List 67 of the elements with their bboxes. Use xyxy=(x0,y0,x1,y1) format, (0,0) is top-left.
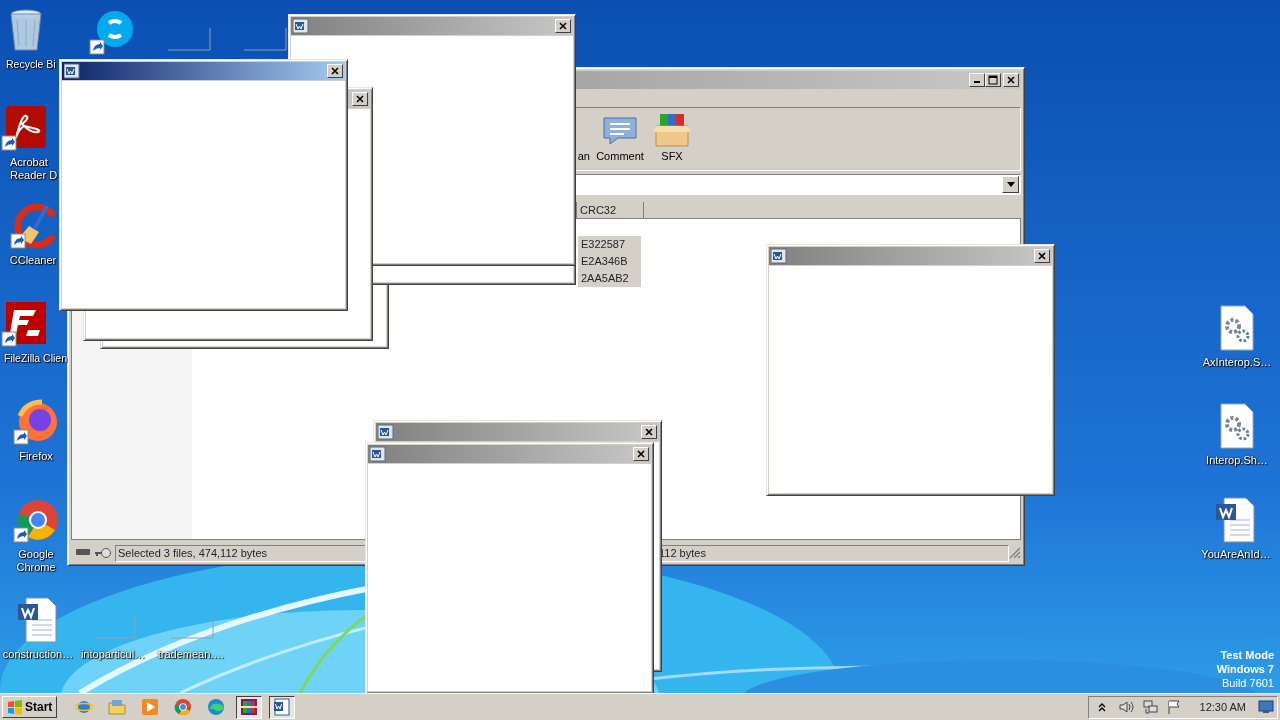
archive-icon xyxy=(652,111,692,148)
minimize-button[interactable] xyxy=(969,73,985,87)
icon-label[interactable]: AxInterop.S… xyxy=(1198,356,1276,369)
close-button[interactable] xyxy=(641,425,657,439)
close-icon xyxy=(636,449,646,459)
close-icon xyxy=(330,66,340,76)
ftp-icon[interactable] xyxy=(0,300,48,348)
maximize-icon xyxy=(988,75,998,85)
flag-icon[interactable] xyxy=(1165,699,1182,715)
caret-icon xyxy=(1006,182,1015,187)
document-icon xyxy=(378,424,394,440)
close-button[interactable] xyxy=(1034,249,1050,263)
taskbar-button[interactable] xyxy=(269,695,296,719)
icon-label[interactable]: Interop.Sh… xyxy=(1198,454,1276,467)
close-button[interactable] xyxy=(352,92,368,106)
speaker-icon[interactable] xyxy=(1117,699,1134,715)
drive-icon xyxy=(75,547,91,557)
close-button[interactable] xyxy=(1003,73,1019,87)
icon-label[interactable]: YouAreAnId… xyxy=(1196,548,1276,561)
clock[interactable]: 12:30 AM xyxy=(1187,698,1254,716)
close-icon xyxy=(644,427,654,437)
table-cell[interactable]: E322587 xyxy=(578,236,641,253)
column-header[interactable]: CRC32 xyxy=(577,202,644,218)
resize-grip-icon xyxy=(1009,547,1021,559)
watermark-text: Build 7601 xyxy=(1221,676,1274,690)
chat-icon[interactable] xyxy=(88,8,136,56)
close-button[interactable] xyxy=(555,19,571,33)
dropdown-button[interactable] xyxy=(1002,176,1019,193)
broom-icon[interactable] xyxy=(9,202,57,250)
browser-icon xyxy=(75,698,94,716)
close-button[interactable] xyxy=(633,447,649,461)
maximize-button[interactable] xyxy=(985,73,1001,87)
icon-label[interactable]: FileZilla Clien xyxy=(4,352,74,365)
document-icon xyxy=(64,63,80,79)
close-icon xyxy=(1037,251,1047,261)
windows-logo-icon xyxy=(7,699,23,715)
media-icon xyxy=(141,698,160,716)
start-button[interactable]: Start xyxy=(2,696,58,718)
toolbar-button[interactable]: SFX xyxy=(650,111,694,164)
close-icon xyxy=(355,94,365,104)
key-icon xyxy=(94,547,111,559)
network-icon[interactable] xyxy=(1141,699,1158,715)
minimize-icon xyxy=(974,81,980,83)
document-icon xyxy=(771,248,787,264)
document-icon xyxy=(293,18,309,34)
archive-icon xyxy=(240,698,259,716)
icon-label[interactable]: Firefox xyxy=(0,450,72,463)
close-button[interactable] xyxy=(327,64,343,78)
toolbar-button[interactable]: an xyxy=(578,147,590,164)
watermark-text: Windows 7 xyxy=(1216,662,1274,676)
taskbar-button[interactable] xyxy=(236,695,263,719)
table-cell[interactable]: 2AA5AB2 xyxy=(578,270,641,287)
icon-label[interactable]: Google Chrome xyxy=(0,548,72,574)
icon-label[interactable]: Acrobat Reader D xyxy=(10,156,60,182)
folder-icon xyxy=(108,698,127,716)
document-icon xyxy=(273,698,292,716)
browser-icon[interactable] xyxy=(12,398,60,446)
document-icon xyxy=(370,446,386,462)
table-cell[interactable]: E2A346B xyxy=(578,253,641,270)
pdf-icon[interactable] xyxy=(0,104,48,152)
watermark-text: Test Mode xyxy=(1219,648,1274,662)
toolbar-button[interactable]: Comment xyxy=(597,111,643,164)
browser-icon xyxy=(207,698,226,716)
close-icon xyxy=(558,21,568,31)
close-icon xyxy=(1006,75,1016,85)
browser-icon xyxy=(174,698,193,716)
monitor-icon[interactable] xyxy=(1258,700,1274,714)
